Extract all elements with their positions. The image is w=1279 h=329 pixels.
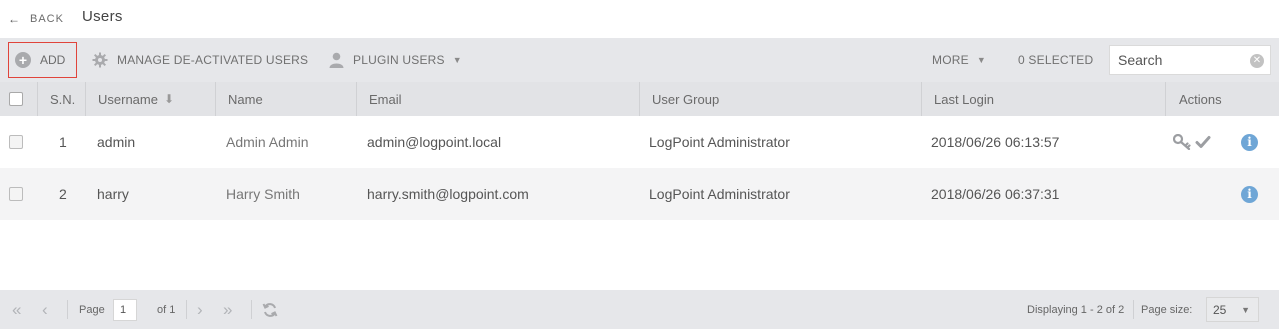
row-checkbox[interactable]	[9, 135, 23, 149]
page-total: of 1	[157, 303, 176, 316]
back-link[interactable]: ← BACK	[8, 12, 64, 26]
row-checkbox[interactable]	[9, 187, 23, 201]
arrow-left-icon: ←	[8, 12, 21, 26]
divider	[186, 300, 187, 319]
page-size-label: Page size:	[1141, 303, 1193, 316]
more-label: MORE	[932, 53, 969, 67]
row-user-group: LogPoint Administrator	[649, 186, 790, 202]
table-row[interactable]: 1 admin Admin Admin admin@logpoint.local…	[0, 116, 1279, 168]
user-icon	[329, 52, 344, 68]
column-email-label: Email	[369, 91, 402, 107]
divider	[67, 300, 68, 319]
column-header-sn[interactable]: S.N.	[38, 82, 86, 116]
row-last-login: 2018/06/26 06:37:31	[931, 186, 1060, 202]
pagination-bar: « ‹ Page 1 of 1 › » Displaying 1 - 2 of …	[0, 290, 1279, 329]
row-actions	[1173, 116, 1211, 168]
column-header-username[interactable]: Username ⬇	[86, 82, 216, 116]
refresh-icon	[262, 302, 278, 317]
add-button[interactable]: + ADD	[8, 42, 77, 78]
column-name-label: Name	[228, 91, 263, 107]
caret-down-icon: ▼	[452, 55, 462, 65]
row-last-login: 2018/06/26 06:13:57	[931, 134, 1060, 150]
chevron-right-icon: ›	[197, 299, 203, 319]
selected-count: 0 SELECTED	[1018, 53, 1094, 67]
chevron-left-icon: ‹	[42, 299, 48, 319]
gear-icon	[92, 52, 108, 68]
search-input[interactable]	[1110, 46, 1240, 74]
toolbar: + ADD MANAGE DE-ACTIVATED USERS PLUGIN U…	[0, 38, 1279, 82]
info-cell: i	[1241, 116, 1258, 168]
search-box: ✕	[1109, 45, 1271, 75]
column-user-group-label: User Group	[652, 91, 720, 107]
column-username-label: Username	[98, 91, 158, 107]
column-header-name[interactable]: Name	[216, 82, 357, 116]
displaying-count: Displaying 1 - 2 of 2	[1027, 303, 1125, 316]
row-email: admin@logpoint.local	[367, 134, 502, 150]
next-page-button[interactable]: ›	[197, 290, 203, 329]
first-page-button[interactable]: «	[12, 290, 21, 329]
manage-deactivated-label: MANAGE DE-ACTIVATED USERS	[117, 53, 309, 67]
last-page-button[interactable]: »	[223, 290, 232, 329]
double-chevron-left-icon: «	[12, 299, 22, 319]
double-chevron-right-icon: »	[223, 299, 233, 319]
info-cell: i	[1241, 168, 1258, 220]
caret-down-icon: ▼	[976, 55, 986, 65]
check-icon[interactable]	[1195, 134, 1211, 150]
page-size-select-wrapper: 25 ▼	[1206, 290, 1259, 329]
info-icon[interactable]: i	[1241, 133, 1258, 151]
row-name: Harry Smith	[226, 186, 300, 202]
divider	[251, 300, 252, 319]
page-size-select[interactable]: 25 ▼	[1206, 297, 1259, 322]
column-sn-label: S.N.	[50, 91, 76, 107]
manage-deactivated-users-button[interactable]: MANAGE DE-ACTIVATED USERS	[92, 38, 308, 82]
row-sn: 1	[59, 134, 67, 150]
row-checkbox-cell	[9, 116, 23, 168]
previous-page-button[interactable]: ‹	[42, 290, 48, 329]
table-row[interactable]: 2 harry Harry Smith harry.smith@logpoint…	[0, 168, 1279, 220]
page-number-input[interactable]: 1	[113, 298, 137, 321]
back-label: BACK	[30, 13, 64, 25]
row-sn: 2	[59, 186, 67, 202]
page-label: Page	[79, 303, 105, 316]
more-dropdown[interactable]: MORE ▼	[932, 38, 986, 82]
row-name: Admin Admin	[226, 134, 309, 150]
column-header-last-login[interactable]: Last Login	[922, 82, 1166, 116]
select-all-cell	[0, 82, 38, 116]
column-header-actions: Actions	[1166, 82, 1279, 116]
row-email: harry.smith@logpoint.com	[367, 186, 529, 202]
column-header-email[interactable]: Email	[357, 82, 640, 116]
row-username: harry	[97, 186, 129, 202]
page-title: Users	[82, 8, 123, 25]
row-checkbox-cell	[9, 168, 23, 220]
refresh-button[interactable]	[262, 290, 278, 329]
column-actions-label: Actions	[1179, 91, 1222, 107]
sort-down-icon: ⬇	[163, 92, 175, 106]
divider	[1133, 300, 1134, 319]
caret-down-icon: ▼	[1241, 304, 1250, 315]
add-label: ADD	[40, 53, 66, 67]
info-icon[interactable]: i	[1241, 185, 1258, 203]
clear-search-icon[interactable]: ✕	[1250, 54, 1264, 68]
page-input-wrapper: 1	[113, 290, 137, 329]
row-username: admin	[97, 134, 136, 150]
plugin-users-dropdown[interactable]: PLUGIN USERS ▼	[329, 38, 462, 82]
page-header: ← BACK Users	[0, 0, 1279, 38]
row-user-group: LogPoint Administrator	[649, 134, 790, 150]
plugin-users-label: PLUGIN USERS	[353, 53, 445, 67]
select-all-checkbox[interactable]	[9, 92, 23, 106]
table-header: S.N. Username ⬇ Name Email User Group La…	[0, 82, 1279, 116]
key-icon[interactable]	[1173, 134, 1193, 150]
column-header-user-group[interactable]: User Group	[640, 82, 922, 116]
page-size-value: 25	[1213, 302, 1227, 317]
plus-circle-icon: +	[15, 52, 31, 68]
column-last-login-label: Last Login	[934, 91, 994, 107]
